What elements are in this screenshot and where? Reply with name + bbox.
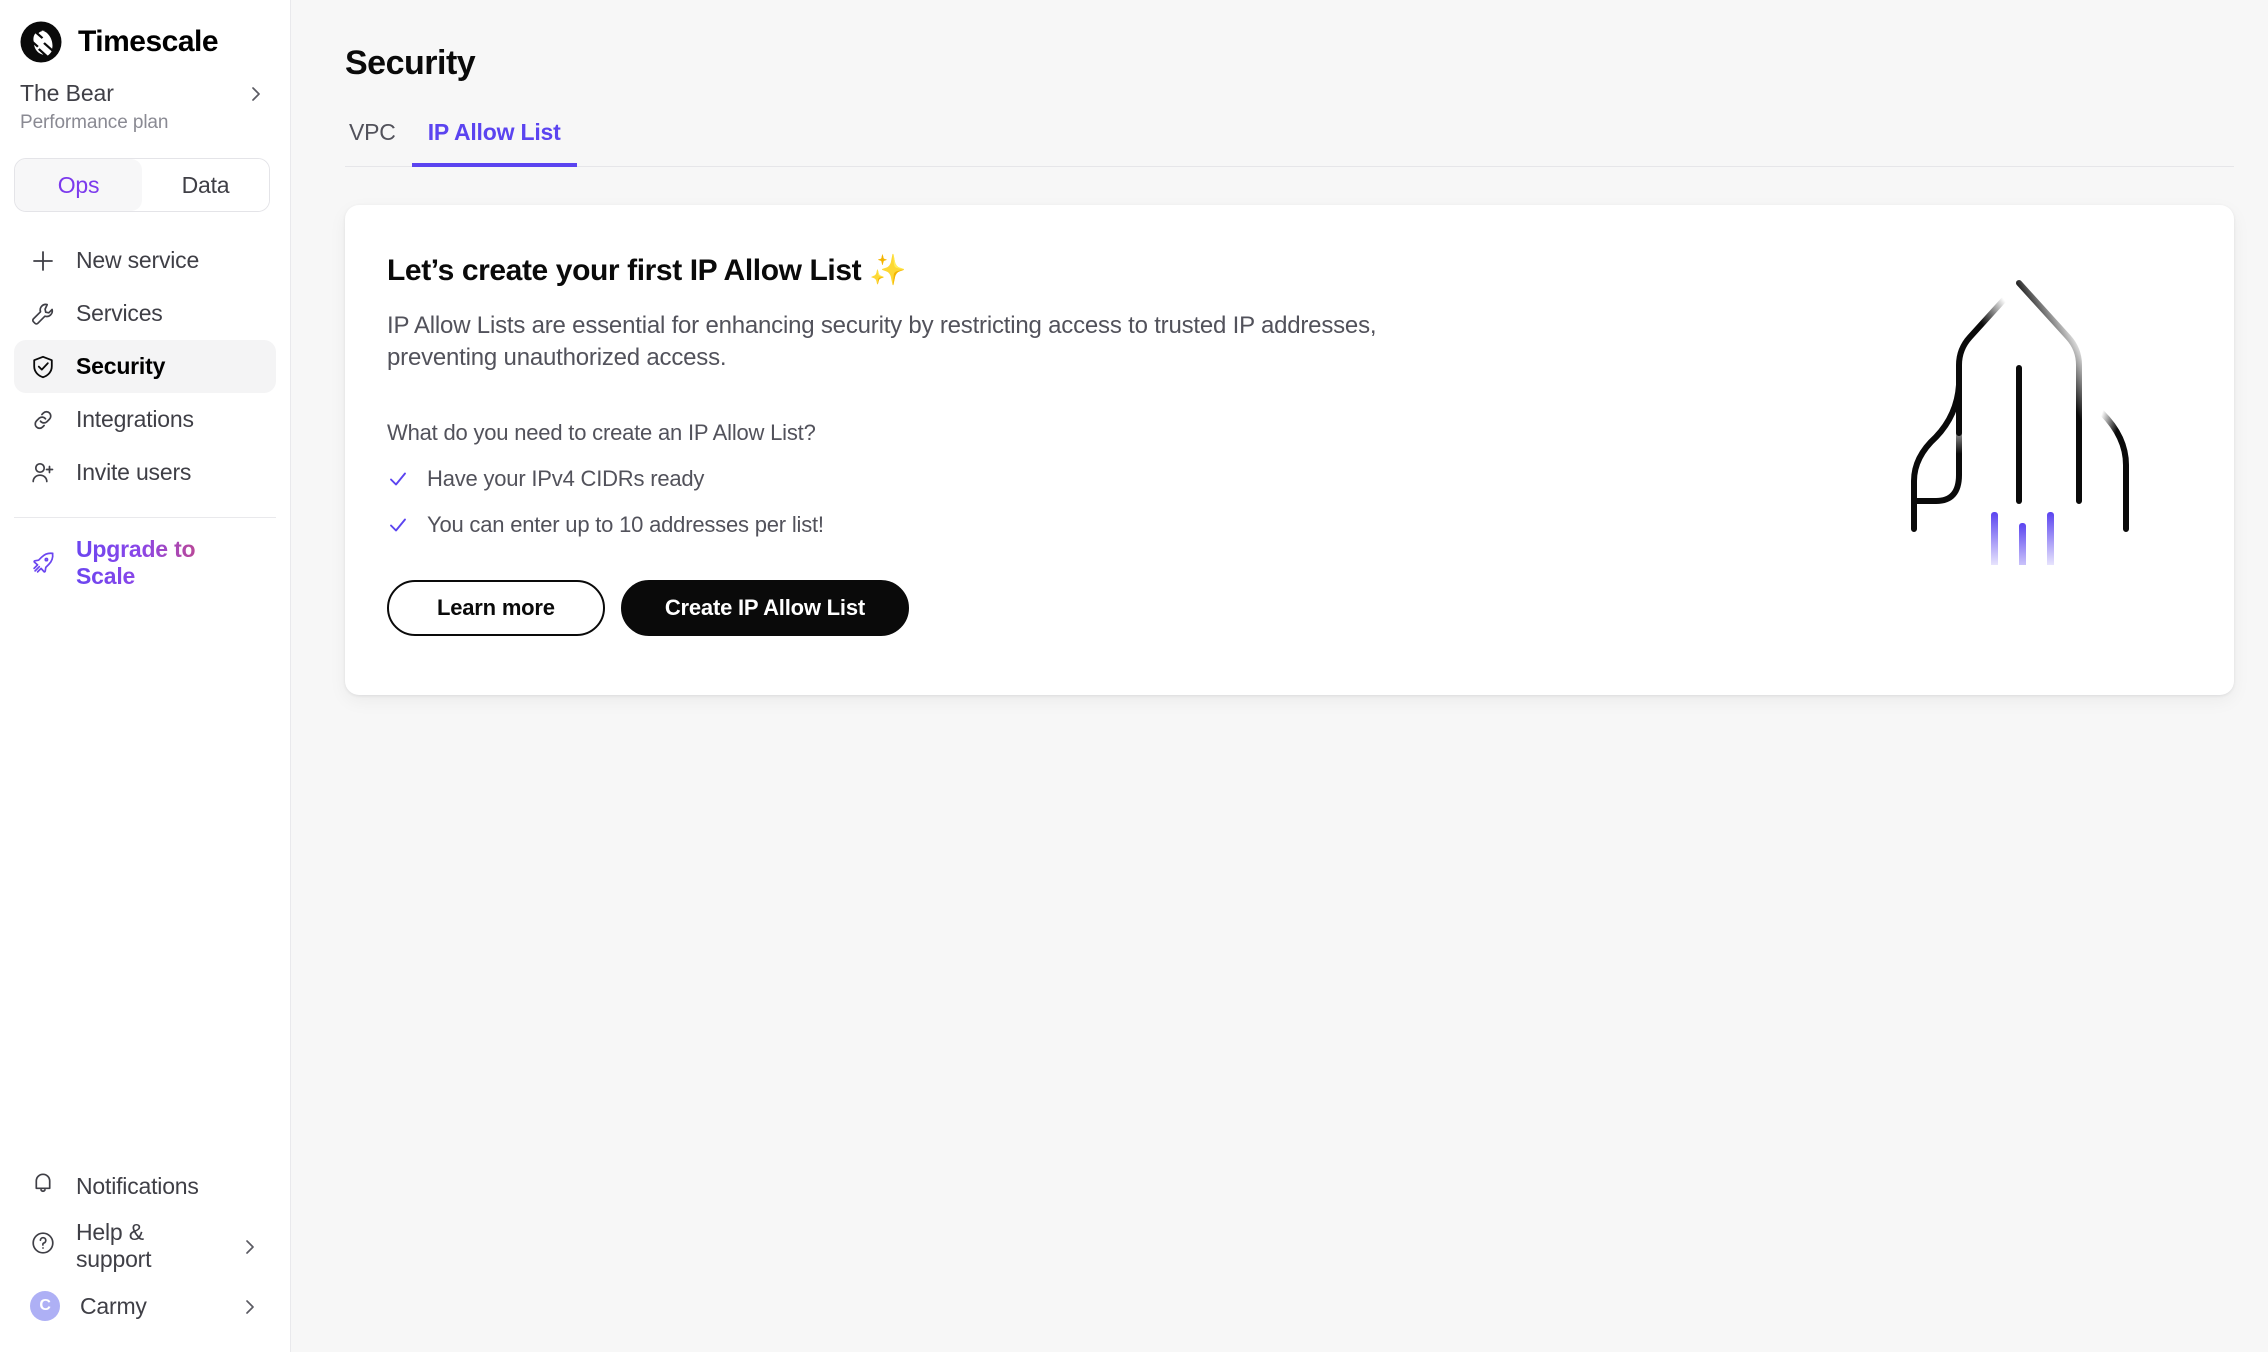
sidebar-item-label: Carmy [80, 1292, 147, 1319]
plus-icon [30, 248, 56, 274]
tab-bar: VPC IP Allow List [345, 119, 2234, 167]
checklist-item-label: Have your IPv4 CIDRs ready [427, 465, 705, 491]
user-plus-icon [30, 460, 56, 486]
toggle-option-data[interactable]: Data [142, 159, 269, 211]
checklist-item-label: You can enter up to 10 addresses per lis… [427, 511, 824, 537]
nav-divider [14, 517, 276, 518]
sidebar-item-services[interactable]: Services [14, 287, 276, 340]
brand-name: Timescale [78, 25, 219, 58]
sidebar-item-label: Upgrade to Scale [76, 536, 260, 590]
check-icon [387, 468, 409, 490]
sidebar-item-account[interactable]: C Carmy [14, 1276, 276, 1336]
sidebar-item-new-service[interactable]: New service [14, 234, 276, 287]
org-plan: Performance plan [20, 112, 169, 133]
chevron-right-icon [246, 84, 266, 104]
sidebar-item-help-support[interactable]: Help & support [14, 1216, 276, 1276]
sidebar-item-label: New service [76, 247, 200, 273]
create-ip-allow-list-button[interactable]: Create IP Allow List [620, 579, 909, 636]
empty-state-card: Let’s create your first IP Allow List ✨ … [345, 205, 2234, 695]
toggle-option-ops[interactable]: Ops [15, 159, 142, 211]
primary-nav: New service Services Security Integratio… [0, 234, 290, 589]
learn-more-button[interactable]: Learn more [387, 579, 605, 636]
sidebar-item-label: Notifications [76, 1172, 199, 1199]
sidebar-item-invite-users[interactable]: Invite users [14, 446, 276, 499]
sidebar-item-security[interactable]: Security [14, 340, 276, 393]
chevron-right-icon [240, 1236, 260, 1256]
chevron-right-icon [240, 1296, 260, 1316]
link-icon [30, 407, 56, 433]
sidebar-item-label: Integrations [76, 406, 194, 432]
timescale-logo-icon [20, 21, 62, 63]
avatar: C [30, 1291, 60, 1321]
check-icon [387, 514, 409, 536]
tab-ip-allow-list[interactable]: IP Allow List [411, 119, 577, 167]
sidebar-item-upgrade-to-scale[interactable]: Upgrade to Scale [14, 536, 276, 589]
sidebar-item-label: Services [76, 300, 163, 326]
sidebar-item-integrations[interactable]: Integrations [14, 393, 276, 446]
sidebar-item-notifications[interactable]: Notifications [14, 1156, 276, 1216]
sidebar: Timescale The Bear Performance plan Ops … [0, 0, 291, 1352]
question-circle-icon [30, 1230, 56, 1262]
card-description: IP Allow Lists are essential for enhanci… [387, 312, 1377, 371]
bell-icon [30, 1170, 56, 1202]
org-switcher[interactable]: The Bear Performance plan [0, 66, 290, 134]
shield-check-icon [30, 354, 56, 380]
tab-vpc[interactable]: VPC [345, 119, 412, 167]
sidebar-item-label: Security [76, 353, 166, 379]
org-name: The Bear [20, 80, 114, 106]
org-switcher-row[interactable]: The Bear [20, 80, 266, 107]
wrench-icon [30, 301, 56, 327]
ops-data-toggle[interactable]: Ops Data [14, 158, 270, 212]
sidebar-item-label: Help & support [76, 1219, 152, 1272]
sidebar-bottom: Notifications Help & support C Carmy [0, 1156, 290, 1352]
sidebar-item-label: Invite users [76, 459, 192, 485]
page-title: Security [345, 44, 476, 82]
rocket-icon [30, 550, 56, 576]
rocket-illustration [1864, 265, 2174, 585]
card-actions: Learn more Create IP Allow List [387, 579, 2192, 636]
app-root: Timescale The Bear Performance plan Ops … [0, 0, 2268, 1352]
main-content: Security VPC IP Allow List Let’s create … [291, 0, 2268, 1352]
brand[interactable]: Timescale [0, 0, 290, 66]
